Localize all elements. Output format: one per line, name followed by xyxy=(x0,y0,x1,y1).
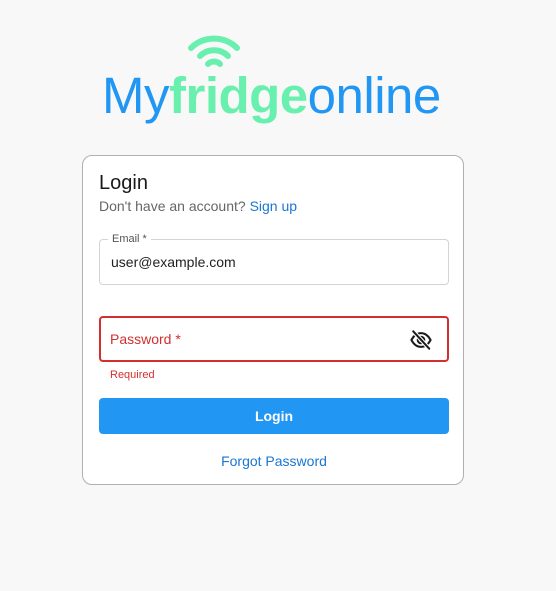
signup-prompt: Don't have an account? Sign up xyxy=(99,197,297,215)
login-card: Login Don't have an account? Sign up Ema… xyxy=(82,155,464,485)
email-input[interactable]: user@example.com xyxy=(111,253,236,271)
signup-link[interactable]: Sign up xyxy=(250,198,297,214)
logo-text-online: online xyxy=(307,67,442,124)
signup-prompt-text: Don't have an account? xyxy=(99,198,246,214)
login-title: Login xyxy=(99,172,148,194)
logo-text: Myfridgeonline xyxy=(102,66,441,126)
wifi-icon xyxy=(188,35,240,67)
logo-text-my: My xyxy=(102,67,169,124)
eye-off-icon[interactable] xyxy=(410,329,432,351)
app-logo: Myfridgeonline xyxy=(0,30,556,130)
password-error-text: Required xyxy=(110,369,155,381)
password-field[interactable]: Password * xyxy=(99,316,449,362)
login-button[interactable]: Login xyxy=(99,398,449,434)
logo-text-fridge: fridge xyxy=(168,67,308,124)
email-field[interactable]: Email * user@example.com xyxy=(99,232,449,285)
forgot-password-link[interactable]: Forgot Password xyxy=(83,452,465,470)
password-input[interactable]: Password * xyxy=(110,330,181,348)
email-label: Email * xyxy=(108,232,151,246)
